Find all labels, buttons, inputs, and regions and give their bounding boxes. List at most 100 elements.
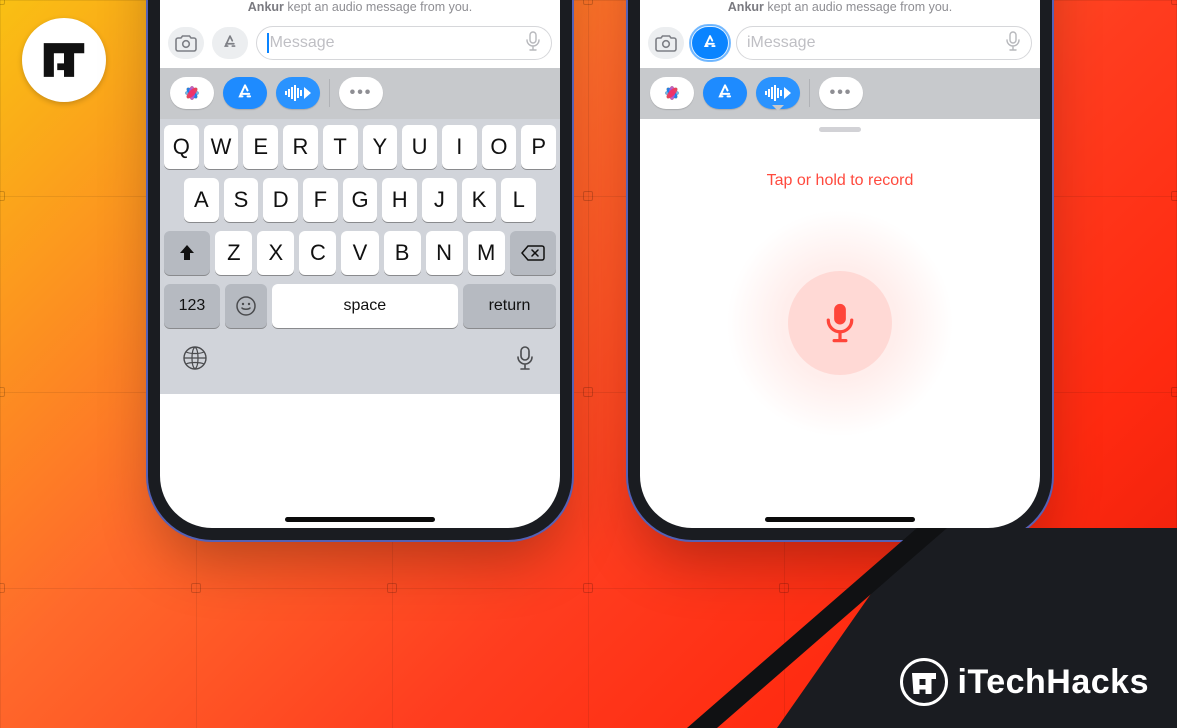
audio-wave-icon (284, 84, 312, 102)
key-emoji[interactable] (225, 284, 267, 328)
emoji-icon (235, 295, 257, 317)
key-a[interactable]: A (184, 178, 219, 222)
microphone-icon (512, 345, 538, 371)
app-store-icon (700, 33, 720, 53)
more-apps-bubble[interactable]: ••• (339, 77, 383, 109)
key-backspace[interactable] (510, 231, 556, 275)
brand-logo-badge (22, 18, 106, 102)
kept-text: kept an audio message from you. (767, 0, 952, 14)
kept-name: Ankur (728, 0, 764, 14)
key-m[interactable]: M (468, 231, 505, 275)
key-w[interactable]: W (204, 125, 239, 169)
key-k[interactable]: K (462, 178, 497, 222)
keyboard-bottom (164, 337, 556, 390)
kept-text: kept an audio message from you. (287, 0, 472, 14)
key-r[interactable]: R (283, 125, 318, 169)
key-t[interactable]: T (323, 125, 358, 169)
camera-icon (175, 34, 197, 52)
key-z[interactable]: Z (215, 231, 252, 275)
audio-app-bubble-selected[interactable] (756, 77, 800, 109)
photos-app-bubble[interactable] (170, 77, 214, 109)
key-space[interactable]: space (272, 284, 458, 328)
key-y[interactable]: Y (363, 125, 398, 169)
app-store-bubble[interactable] (703, 77, 747, 109)
photos-app-bubble[interactable] (650, 77, 694, 109)
app-store-icon (234, 82, 256, 104)
app-store-icon (220, 33, 240, 53)
apps-toggle-button[interactable] (212, 27, 248, 59)
divider (329, 79, 330, 107)
key-numbers[interactable]: 123 (164, 284, 220, 328)
audio-app-bubble[interactable] (276, 77, 320, 109)
key-f[interactable]: F (303, 178, 338, 222)
footer-brand-text: iTechHacks (958, 663, 1149, 702)
record-hint-label: Tap or hold to record (767, 172, 914, 190)
dictation-icon[interactable] (1005, 31, 1021, 56)
globe-button[interactable] (182, 345, 208, 376)
shift-icon (177, 243, 197, 263)
text-cursor (267, 33, 269, 53)
phone-left: Today, 10:56 AM 00:00 Raise to talk Toda… (160, 0, 560, 528)
divider (809, 79, 810, 107)
key-b[interactable]: B (384, 231, 421, 275)
phone-right: Today, 10:56 AM 00:00 Raise to talk Toda… (640, 0, 1040, 528)
key-q[interactable]: Q (164, 125, 199, 169)
more-dots: ••• (350, 84, 373, 102)
drag-handle[interactable] (819, 127, 861, 132)
brand-logo-icon (900, 658, 948, 706)
footer-brand: iTechHacks (900, 658, 1149, 706)
key-l[interactable]: L (501, 178, 536, 222)
home-indicator[interactable] (765, 517, 915, 522)
key-d[interactable]: D (263, 178, 298, 222)
key-e[interactable]: E (243, 125, 278, 169)
message-input[interactable]: iMessage (736, 26, 1032, 60)
more-dots: ••• (830, 84, 853, 102)
brand-logo-icon (37, 33, 91, 87)
app-store-bubble[interactable] (223, 77, 267, 109)
key-h[interactable]: H (382, 178, 417, 222)
key-j[interactable]: J (422, 178, 457, 222)
message-placeholder: Message (270, 34, 525, 52)
apps-toggle-button[interactable] (692, 27, 728, 59)
backspace-icon (521, 244, 545, 262)
key-p[interactable]: P (521, 125, 556, 169)
record-ring (725, 210, 955, 437)
photos-icon (180, 81, 204, 105)
compose-row: iMessage (640, 18, 1040, 68)
message-input[interactable]: Message (256, 26, 552, 60)
imessage-app-strip: ••• (640, 68, 1040, 119)
camera-button[interactable] (648, 27, 684, 59)
dictation-button[interactable] (512, 345, 538, 376)
photos-icon (660, 81, 684, 105)
key-shift[interactable] (164, 231, 210, 275)
audio-wave-icon (764, 84, 792, 102)
key-g[interactable]: G (343, 178, 378, 222)
record-button[interactable] (788, 271, 892, 375)
key-i[interactable]: I (442, 125, 477, 169)
key-x[interactable]: X (257, 231, 294, 275)
dictation-icon[interactable] (525, 31, 541, 56)
message-placeholder: iMessage (747, 34, 1005, 52)
key-u[interactable]: U (402, 125, 437, 169)
imessage-app-strip: ••• (160, 68, 560, 119)
home-indicator[interactable] (285, 517, 435, 522)
key-o[interactable]: O (482, 125, 517, 169)
kept-name: Ankur (248, 0, 284, 14)
key-return[interactable]: return (463, 284, 556, 328)
footer-corner: iTechHacks (657, 528, 1177, 728)
key-c[interactable]: C (299, 231, 336, 275)
key-s[interactable]: S (224, 178, 259, 222)
key-v[interactable]: V (341, 231, 378, 275)
camera-button[interactable] (168, 27, 204, 59)
globe-icon (182, 345, 208, 371)
kept-audio-notice: Ankur kept an audio message from you. (650, 0, 1030, 14)
conversation-area: Today, 10:56 AM 00:00 Raise to talk Toda… (640, 0, 1040, 18)
keyboard: QWERTYUIOP ASDFGHJKL ZXCVBNM 123 space r… (160, 119, 560, 394)
compose-row: Message (160, 18, 560, 68)
kept-audio-notice: Ankur kept an audio message from you. (170, 0, 550, 14)
app-store-icon (714, 82, 736, 104)
key-n[interactable]: N (426, 231, 463, 275)
microphone-icon (818, 301, 862, 345)
more-apps-bubble[interactable]: ••• (819, 77, 863, 109)
camera-icon (655, 34, 677, 52)
